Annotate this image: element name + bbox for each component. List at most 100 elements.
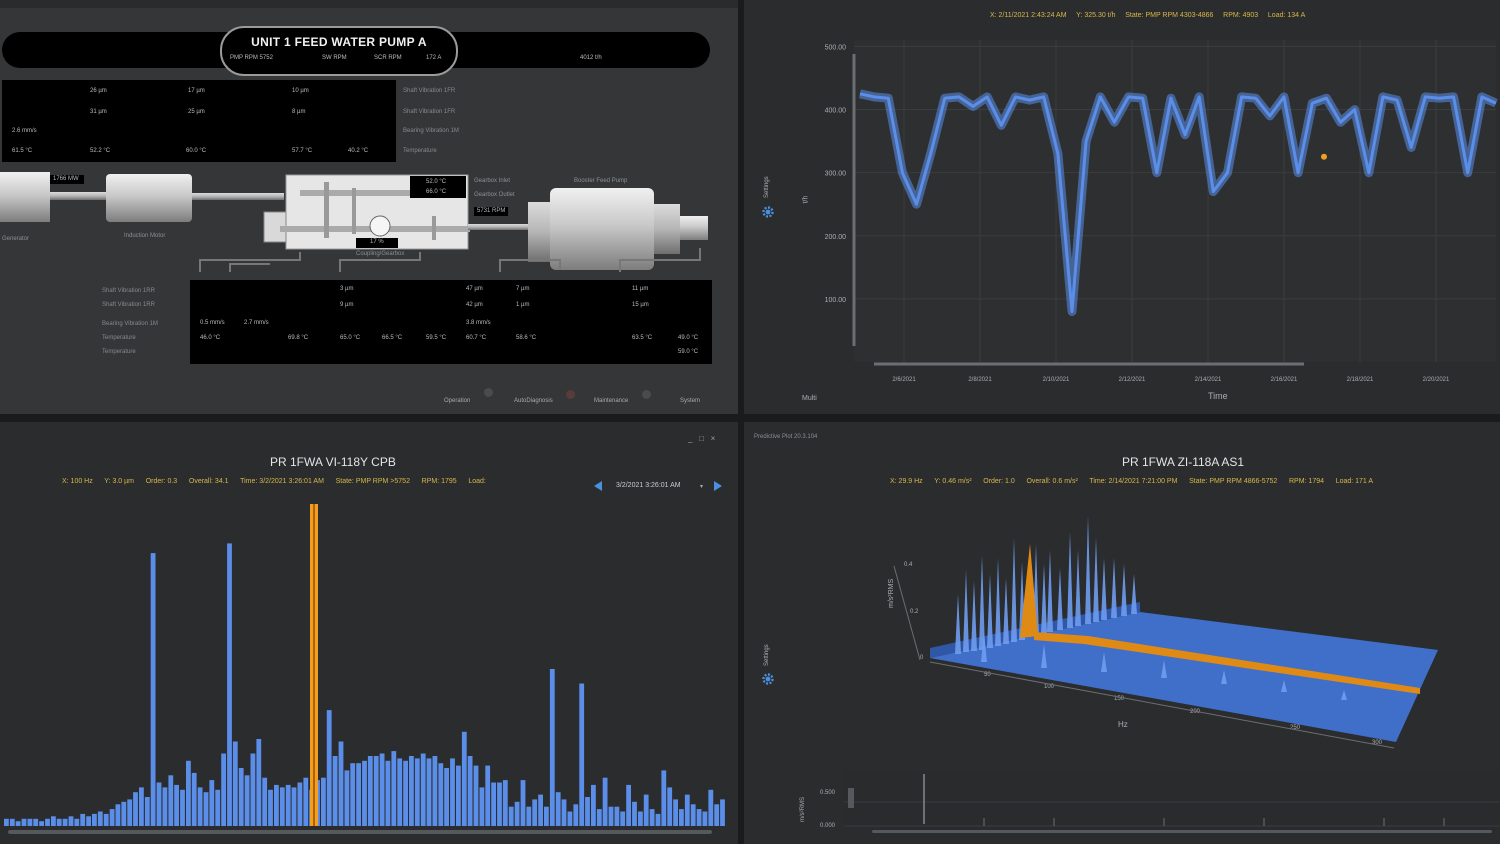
spectrum-bar — [526, 806, 532, 826]
temperature-value: 59.0 °C — [678, 349, 699, 355]
spectrum-bar — [585, 797, 590, 826]
temperature-tag: 52.0 °C 66.0 °C — [410, 176, 466, 198]
spectrum-bar — [326, 710, 332, 826]
cursor-marker — [1321, 153, 1327, 160]
row-label: Bearing Vibration 1M — [403, 128, 459, 134]
tab-separator-dot — [484, 388, 493, 397]
spectrum-bar — [444, 768, 449, 826]
row-label: Temperature — [102, 335, 136, 341]
banner-field: SW RPM — [322, 55, 347, 61]
spectrum-bar — [649, 809, 655, 826]
spectrum-chart[interactable] — [0, 422, 738, 844]
spectrum-bar — [373, 756, 379, 826]
x-tick-label: 2/16/2021 — [1271, 377, 1298, 383]
spectrum-bar — [473, 765, 479, 826]
spectrum-bar — [391, 751, 397, 826]
measurement-value: 3.8 mm/s — [466, 320, 491, 326]
spectrum-bar — [92, 813, 97, 826]
spectrum-bar — [626, 784, 631, 826]
tag-value: 5731 RPM — [477, 208, 506, 214]
tab-system[interactable]: System — [680, 398, 700, 404]
measurement-value: 31 µm — [90, 109, 107, 115]
spectrum-bar — [579, 683, 585, 826]
tab-maintenance[interactable]: Maintenance — [594, 398, 628, 404]
tag-value: 52.0 °C — [426, 179, 447, 185]
spectrum-bar — [379, 753, 385, 826]
spectrum-bar — [432, 756, 438, 826]
spectrum-bar — [68, 816, 74, 826]
spectrum-bar — [45, 818, 50, 826]
measurement-value: 2.6 mm/s — [12, 128, 37, 134]
spectrum-bar — [209, 780, 215, 826]
waterfall-peak — [1131, 574, 1137, 614]
spectrum-bar — [367, 756, 373, 826]
waterfall-peak — [1121, 564, 1127, 616]
flow-trend-panel: X: 2/11/2021 2:43:24 AM Y: 325.30 t/h St… — [744, 0, 1500, 414]
banner-field: SCR RPM — [374, 55, 402, 61]
waterfall-panel: Predictive Plot 20.3.104 PR 1FWA ZI-118A… — [744, 422, 1500, 844]
measurement-value: 9 µm — [340, 302, 354, 308]
measurement-value: 0.5 mm/s — [200, 320, 225, 326]
y-tick-label: 400.00 — [825, 108, 847, 115]
waterfall-peak — [1101, 558, 1107, 620]
x-tick-label: 2/10/2021 — [1043, 377, 1070, 383]
spectrum-bar — [485, 765, 491, 826]
x-tick-label: 2/14/2021 — [1195, 377, 1222, 383]
plot-area — [854, 40, 1496, 362]
spectrum-bar — [555, 792, 561, 826]
waterfall-peak — [1047, 550, 1053, 632]
mini-trend-area — [844, 770, 1500, 830]
tag-value: 1766 MW — [53, 176, 79, 182]
spectrum-bar — [344, 770, 350, 826]
spectrum-bar — [708, 789, 714, 826]
measurement-value: 7 µm — [516, 286, 530, 292]
temperature-value: 63.5 °C — [632, 335, 653, 341]
spectrum-bar — [673, 799, 678, 826]
row-label: Temperature — [403, 148, 437, 154]
spectrum-bar — [602, 777, 608, 826]
spectrum-bar — [720, 799, 725, 826]
spectrum-bar — [684, 794, 690, 826]
spectrum-bar — [461, 731, 467, 826]
spectrum-bar — [502, 780, 508, 826]
mini-scroll-bar — [872, 830, 1492, 833]
tab-autodiagnosis[interactable]: AutoDiagnosis — [514, 398, 553, 404]
component-label: Gearbox Outlet — [474, 192, 515, 198]
tab-operation[interactable]: Operation — [444, 398, 470, 404]
temperature-value: 40.2 °C — [348, 148, 369, 154]
spectrum-bar — [115, 804, 121, 826]
waterfall-peak — [995, 558, 1001, 646]
temperature-value: 60.0 °C — [186, 148, 207, 154]
lower-measurement-box: 3 µm 47 µm 7 µm 11 µm 9 µm 42 µm 1 µm 15… — [190, 280, 712, 364]
waterfall-peak — [955, 594, 961, 654]
spectrum-bar — [215, 789, 221, 826]
row-label: Shaft Vibration 1RR — [102, 288, 155, 294]
spectrum-bar — [497, 782, 502, 826]
percent-tag: 17 % — [356, 238, 398, 248]
spectrum-bar — [97, 811, 103, 826]
spectrum-bar — [191, 772, 197, 826]
x-tick-label: 2/8/2021 — [968, 377, 992, 383]
y-tick-label: 300.00 — [825, 171, 847, 178]
spectrum-bar — [414, 758, 420, 826]
waterfall-3d-chart[interactable] — [744, 422, 1500, 844]
temperature-value: 58.6 °C — [516, 335, 537, 341]
row-label: Bearing Vibration 1M — [102, 321, 158, 327]
row-label: Temperature — [102, 349, 136, 355]
spectrum-bar — [385, 760, 391, 826]
temperature-value: 57.7 °C — [292, 148, 313, 154]
spectrum-bar — [596, 809, 602, 826]
waterfall-peak — [1067, 532, 1073, 628]
spectrum-bar — [350, 763, 356, 826]
spectrum-bar — [426, 758, 432, 826]
spectrum-bar — [21, 818, 27, 826]
spectrum-bar — [15, 821, 21, 826]
spectrum-bar — [121, 801, 127, 826]
measurement-value: 10 µm — [292, 88, 309, 94]
x-tick-label: 2/12/2021 — [1119, 377, 1146, 383]
y-tick-label: 200.00 — [825, 234, 847, 241]
spectrum-bar — [667, 787, 673, 826]
spectrum-bar — [62, 818, 68, 826]
spectrum-bar — [144, 797, 150, 826]
flow-trend-chart[interactable]: 100.00 200.00 300.00 400.00 500.00 2/6/2021 2/… — [744, 0, 1500, 414]
